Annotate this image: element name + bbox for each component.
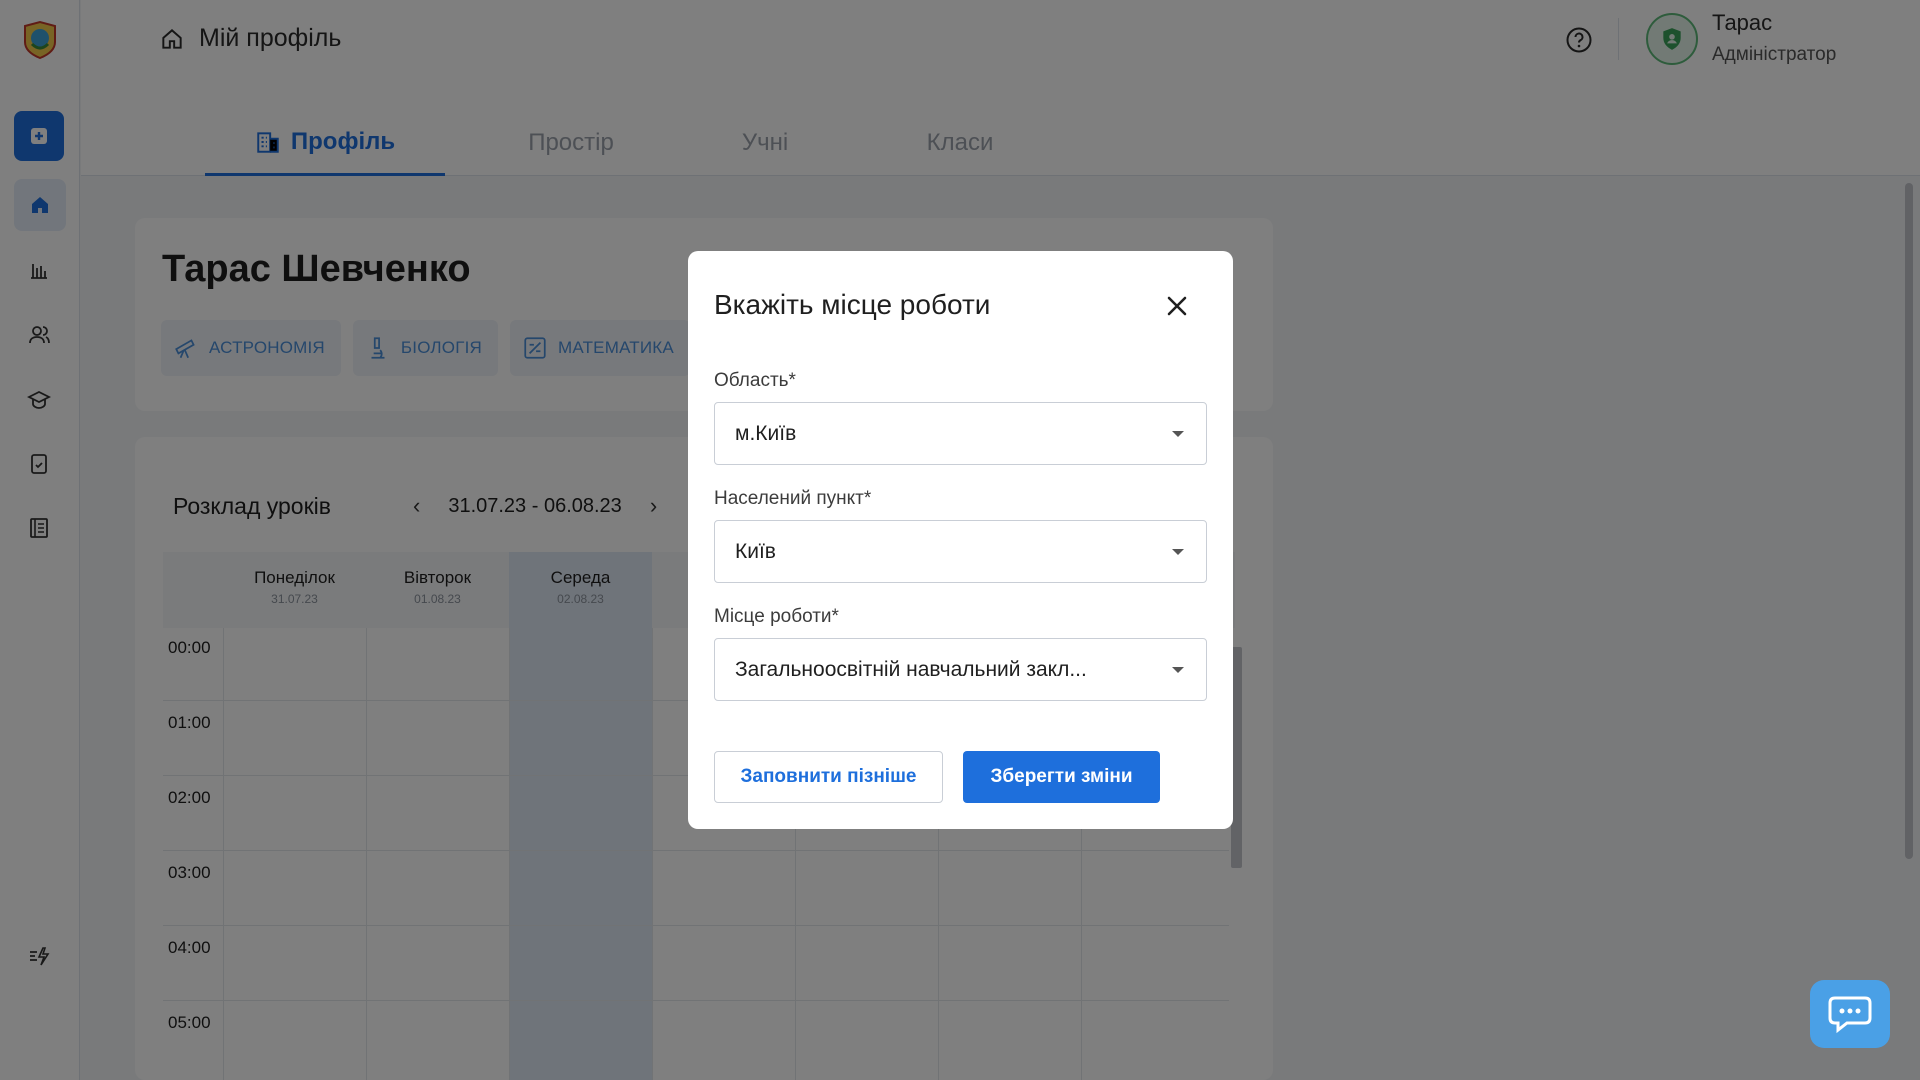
caret-down-icon xyxy=(1172,431,1184,437)
chat-icon xyxy=(1828,996,1872,1034)
workplace-value: Загальноосвітній навчальний закл... xyxy=(735,657,1087,681)
modal-title: Вкажіть місце роботи xyxy=(714,289,991,320)
workplace-modal: Вкажіть місце роботи Область* м.Київ Нас… xyxy=(688,251,1233,829)
close-icon xyxy=(1167,296,1187,316)
chat-button[interactable] xyxy=(1810,980,1890,1048)
region-select[interactable]: м.Київ xyxy=(714,402,1207,465)
workplace-select[interactable]: Загальноосвітній навчальний закл... xyxy=(714,638,1207,701)
region-label: Область* xyxy=(714,370,796,391)
fill-later-button[interactable]: Заповнити пізніше xyxy=(714,751,943,803)
region-value: м.Київ xyxy=(735,421,797,445)
workplace-label: Місце роботи* xyxy=(714,606,839,627)
caret-down-icon xyxy=(1172,667,1184,673)
close-button[interactable] xyxy=(1164,293,1190,319)
city-value: Київ xyxy=(735,539,776,563)
city-select[interactable]: Київ xyxy=(714,520,1207,583)
city-label: Населений пункт* xyxy=(714,488,872,509)
caret-down-icon xyxy=(1172,549,1184,555)
save-button[interactable]: Зберегти зміни xyxy=(963,751,1160,803)
